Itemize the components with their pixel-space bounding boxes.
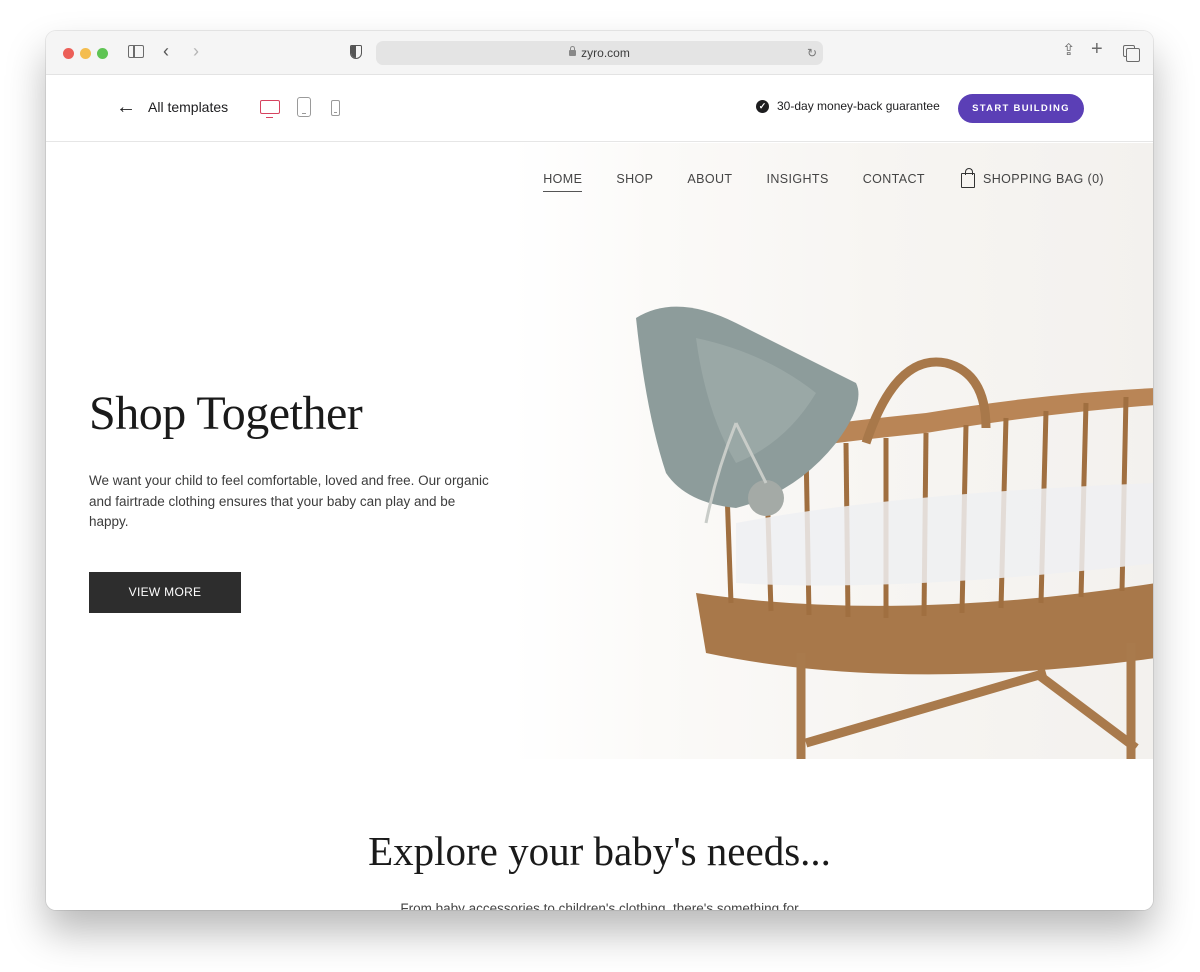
all-templates-label: All templates — [148, 99, 229, 115]
nav-about[interactable]: ABOUT — [687, 172, 732, 186]
all-templates-link[interactable]: ← All templates — [116, 97, 228, 117]
explore-subtitle: From baby accessories to children's clot… — [400, 901, 799, 910]
url-text: zyro.com — [581, 46, 630, 60]
shopping-bag-link[interactable]: SHOPPING BAG (0) — [960, 168, 1104, 188]
hero-section: HOME SHOP ABOUT INSIGHTS CONTACT SHOPPIN… — [46, 143, 1153, 759]
explore-heading: Explore your baby's needs... — [368, 828, 831, 874]
nav-home[interactable]: HOME — [543, 172, 583, 192]
browser-window: ‹ › zyro.com ↻ ⇪ + ← All templates ✓ 30-… — [46, 31, 1153, 910]
money-back-guarantee: ✓ 30-day money-back guarantee — [756, 99, 940, 113]
close-window-button[interactable] — [63, 48, 74, 59]
hero-description: We want your child to feel comfortable, … — [89, 473, 489, 529]
plus-icon[interactable]: + — [1091, 39, 1103, 59]
site-nav: HOME SHOP ABOUT INSIGHTS CONTACT SHOPPIN… — [543, 168, 1104, 192]
website-preview: HOME SHOP ABOUT INSIGHTS CONTACT SHOPPIN… — [46, 143, 1153, 910]
hero-title: Shop Together — [89, 387, 363, 440]
nav-contact[interactable]: CONTACT — [863, 172, 925, 186]
start-building-button[interactable]: START BUILDING — [958, 94, 1084, 123]
share-icon[interactable]: ⇪ — [1062, 41, 1075, 61]
guarantee-text: 30-day money-back guarantee — [777, 99, 940, 113]
bedding — [736, 483, 1153, 586]
zoom-window-button[interactable] — [97, 48, 108, 59]
tablet-view-icon[interactable] — [297, 97, 311, 117]
sidebar-toggle-icon[interactable] — [128, 45, 144, 58]
shopping-bag-label: SHOPPING BAG (0) — [982, 172, 1104, 186]
nav-shop[interactable]: SHOP — [616, 172, 653, 186]
browser-toolbar: ‹ › zyro.com ↻ ⇪ + — [46, 31, 1153, 75]
tab-overview-icon[interactable] — [1123, 45, 1140, 62]
arrow-left-icon: ← — [116, 96, 136, 118]
shopping-bag-icon — [960, 168, 975, 188]
chevron-left-icon[interactable]: ‹ — [163, 41, 169, 61]
chevron-right-icon[interactable]: › — [193, 41, 199, 61]
hero-image — [636, 306, 1153, 759]
check-circle-icon: ✓ — [756, 99, 769, 113]
shield-icon[interactable] — [350, 45, 362, 59]
address-bar[interactable]: zyro.com ↻ — [376, 41, 823, 65]
nav-insights[interactable]: INSIGHTS — [766, 172, 828, 186]
mobile-view-icon[interactable] — [331, 100, 340, 116]
lock-icon — [569, 46, 577, 56]
desktop-view-icon[interactable] — [260, 100, 280, 118]
view-more-button[interactable]: VIEW MORE — [89, 572, 241, 613]
reload-icon[interactable]: ↻ — [807, 41, 817, 65]
pompom — [748, 480, 784, 516]
minimize-window-button[interactable] — [80, 48, 91, 59]
template-preview-bar: ← All templates ✓ 30-day money-back guar… — [46, 75, 1153, 142]
